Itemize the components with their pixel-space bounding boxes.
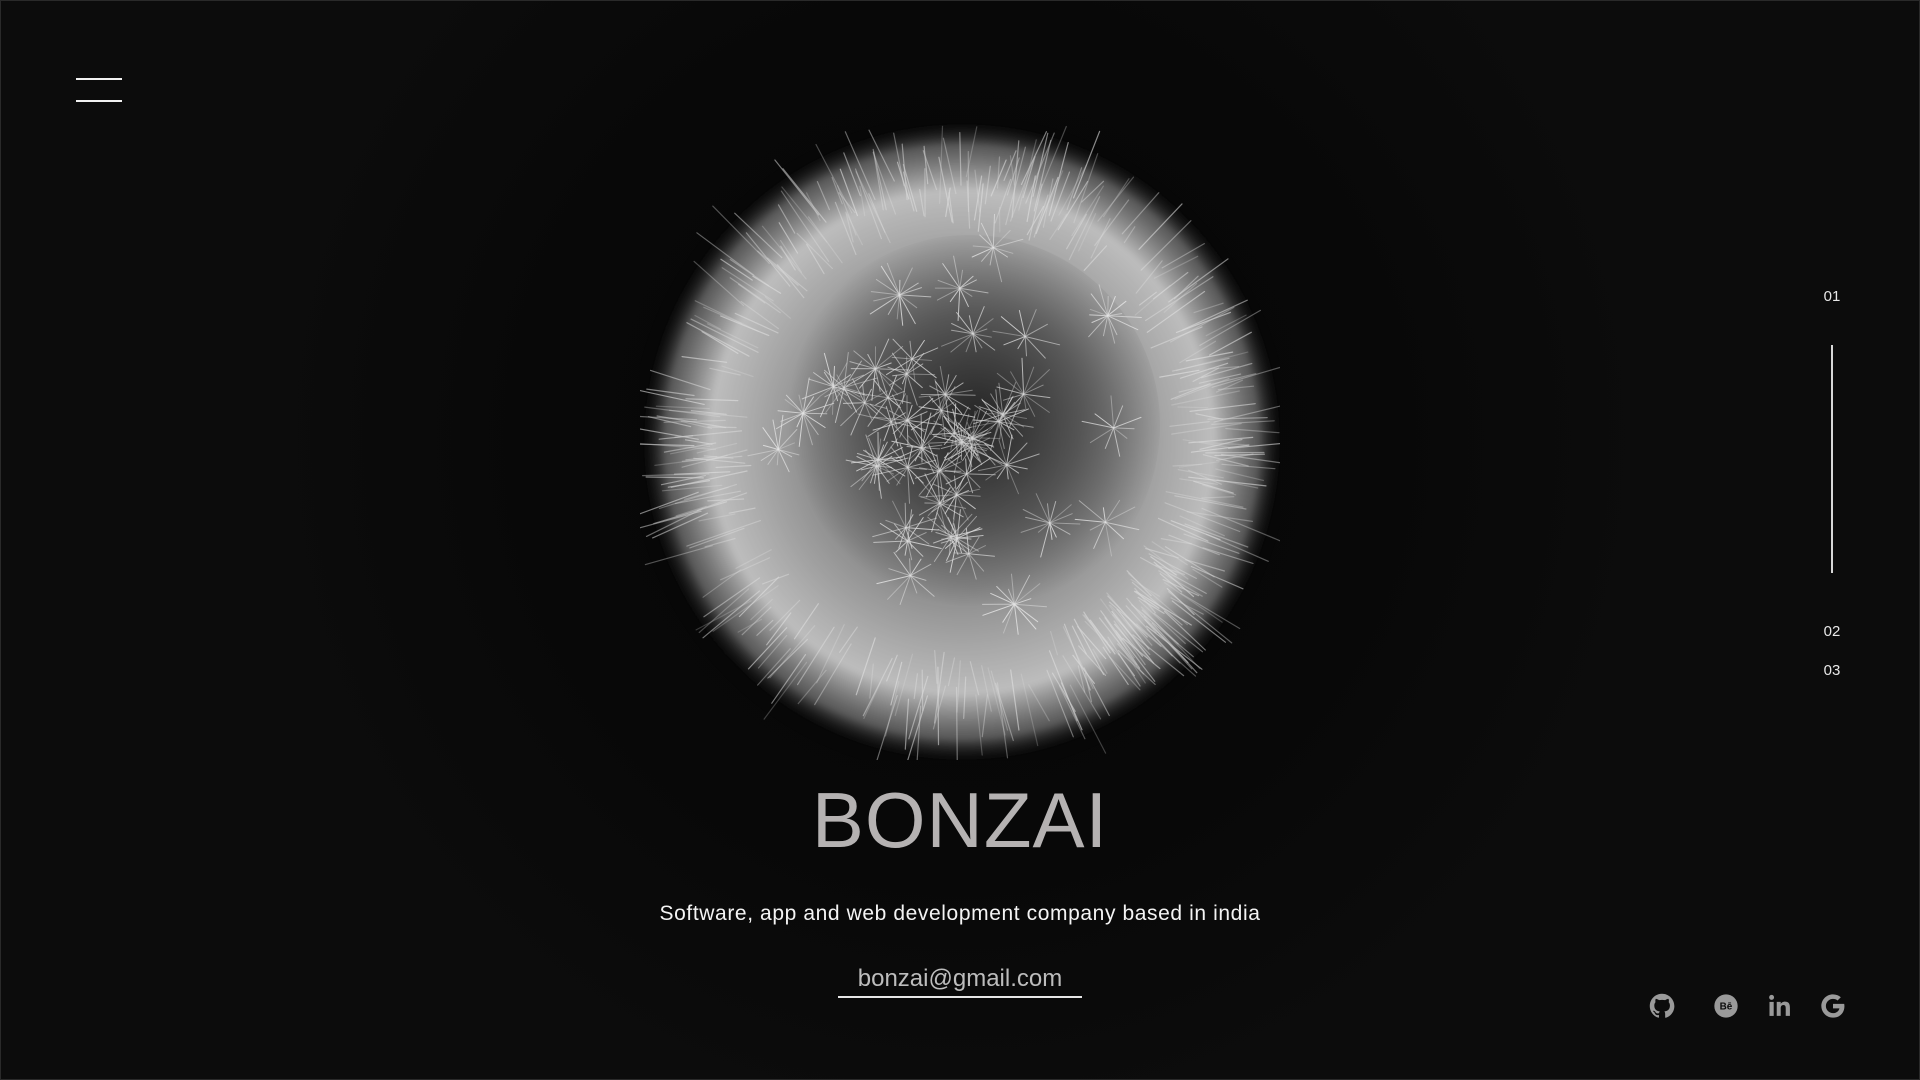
menu-icon-bar-top bbox=[76, 78, 122, 80]
brand-tagline: Software, app and web development compan… bbox=[659, 902, 1261, 925]
pager-progress-line bbox=[1831, 345, 1833, 573]
pager-item-01[interactable]: 01 bbox=[1812, 288, 1852, 305]
slide-pager: 01 02 03 bbox=[1812, 280, 1852, 700]
email-link-container[interactable]: bonzai@gmail.com bbox=[838, 962, 1082, 998]
linkedin-icon[interactable] bbox=[1766, 992, 1794, 1020]
pager-item-02[interactable]: 02 bbox=[1812, 623, 1852, 640]
behance-icon[interactable]: Bē bbox=[1712, 992, 1740, 1020]
dandelion-image bbox=[640, 120, 1280, 760]
svg-text:Bē: Bē bbox=[1720, 1002, 1733, 1013]
pager-item-03[interactable]: 03 bbox=[1812, 662, 1852, 679]
github-icon[interactable] bbox=[1648, 992, 1676, 1020]
email-link[interactable]: bonzai@gmail.com bbox=[858, 965, 1062, 992]
menu-icon-bar-bottom bbox=[76, 100, 122, 102]
google-icon[interactable] bbox=[1819, 992, 1847, 1020]
brand-title: BONZAI bbox=[811, 776, 1109, 864]
menu-button[interactable] bbox=[76, 78, 122, 104]
